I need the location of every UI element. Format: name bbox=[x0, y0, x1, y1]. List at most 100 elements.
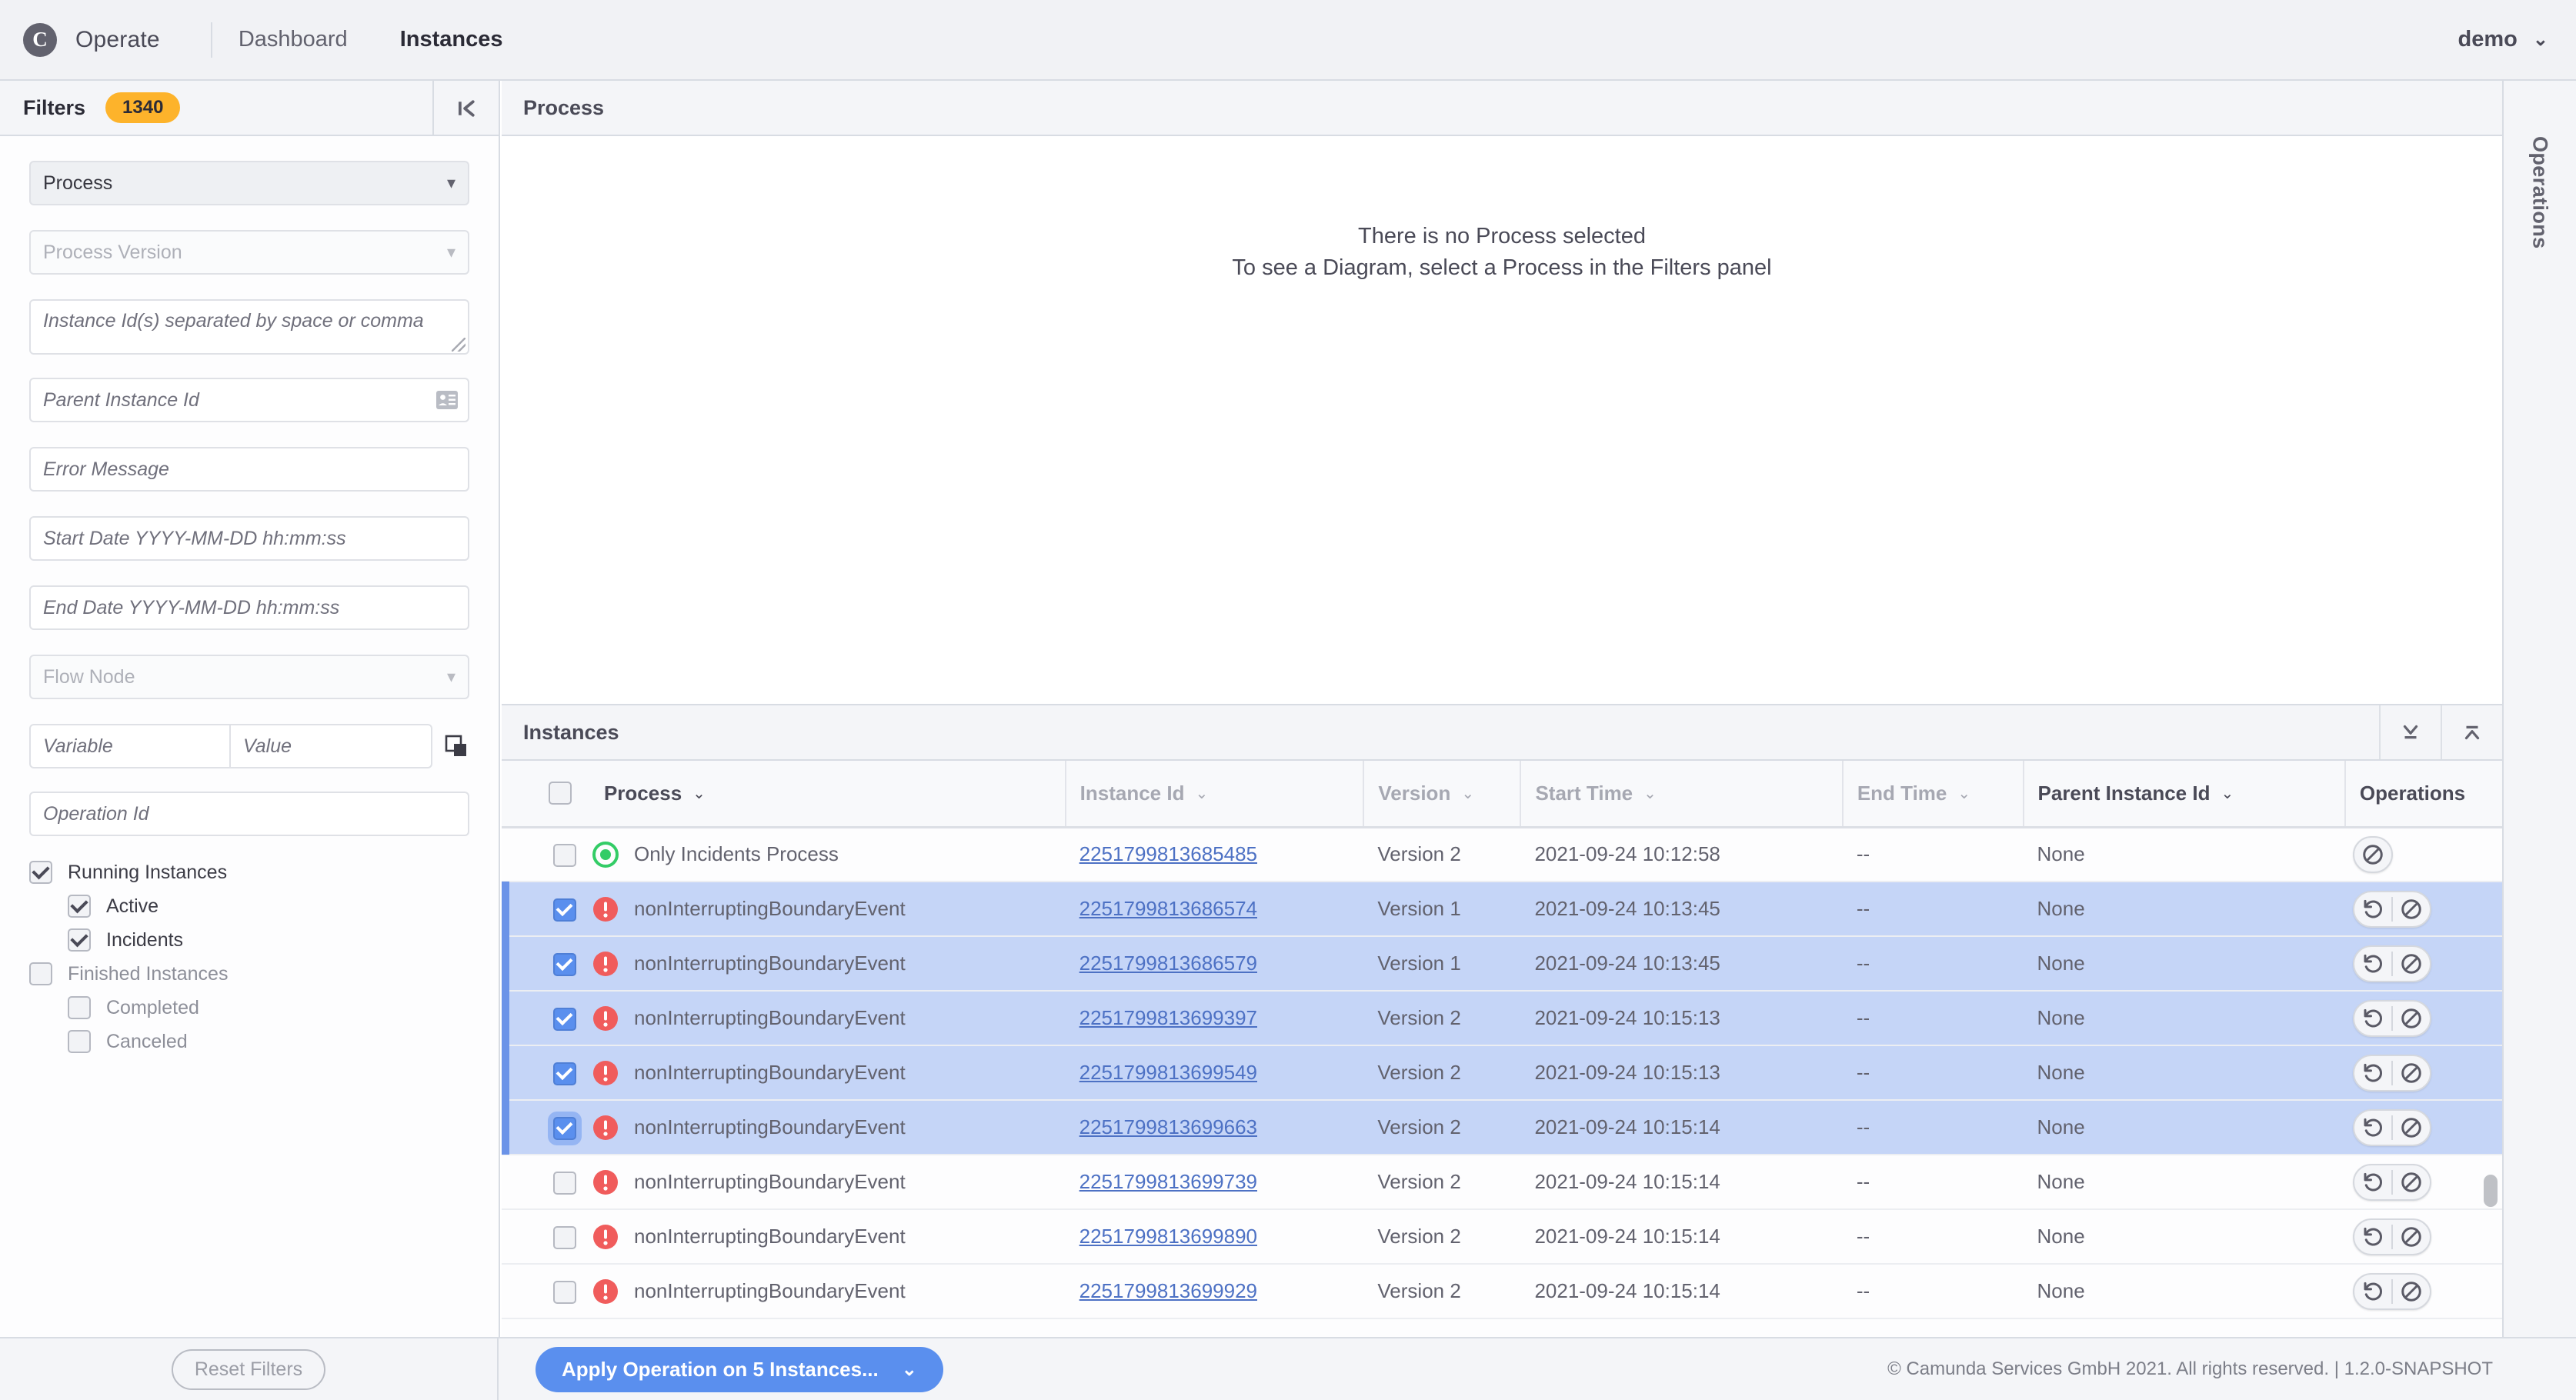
expand-instances-up-button[interactable] bbox=[2441, 705, 2502, 759]
instance-id-link[interactable]: 2251799813686574 bbox=[1079, 897, 1257, 920]
error-message-input[interactable]: Error Message bbox=[29, 447, 469, 492]
row-checkbox[interactable] bbox=[552, 843, 576, 867]
cancel-instance-button[interactable] bbox=[2393, 1111, 2430, 1145]
user-menu[interactable]: demo ⌄ bbox=[2458, 27, 2548, 52]
instance-id-link[interactable]: 2251799813686579 bbox=[1079, 952, 1257, 975]
table-row[interactable]: Only Incidents Process 2251799813685485 Ve… bbox=[502, 827, 2502, 882]
nav-link-dashboard[interactable]: Dashboard bbox=[212, 27, 374, 52]
column-header-end-time[interactable]: End Time ⌄ bbox=[1841, 761, 2024, 828]
reset-filters-button[interactable]: Reset Filters bbox=[171, 1348, 326, 1390]
column-header-start-time[interactable]: Start Time ⌄ bbox=[1520, 761, 1843, 828]
row-checkbox-cell[interactable] bbox=[539, 827, 579, 882]
cell-end-time: -- bbox=[1842, 827, 2024, 882]
process-select[interactable]: Process ▾ bbox=[29, 161, 469, 205]
checkbox-icon[interactable] bbox=[68, 895, 91, 918]
retry-instance-button[interactable] bbox=[2354, 892, 2391, 926]
filter-checkbox-incidents[interactable]: Incidents bbox=[68, 928, 469, 952]
checkbox-icon[interactable] bbox=[68, 996, 91, 1019]
cancel-instance-button[interactable] bbox=[2393, 947, 2430, 981]
row-checkbox[interactable] bbox=[552, 1062, 576, 1085]
table-row[interactable]: nonInterruptingBoundaryEvent 225179981369… bbox=[502, 1155, 2502, 1210]
nav-link-instances[interactable]: Instances bbox=[374, 27, 529, 52]
filter-checkbox-running-instances[interactable]: Running Instances bbox=[29, 861, 469, 884]
column-header-process[interactable]: Process ⌄ bbox=[539, 761, 1066, 828]
filter-checkbox-canceled[interactable]: Canceled bbox=[68, 1030, 469, 1053]
row-checkbox[interactable] bbox=[552, 898, 576, 922]
retry-instance-button[interactable] bbox=[2354, 1002, 2391, 1035]
instance-id-link[interactable]: 2251799813699929 bbox=[1079, 1279, 1257, 1302]
instance-id-link[interactable]: 2251799813699739 bbox=[1079, 1170, 1257, 1193]
table-row[interactable]: nonInterruptingBoundaryEvent 225179981368… bbox=[502, 936, 2502, 992]
checkbox-icon[interactable] bbox=[68, 928, 91, 952]
retry-instance-button[interactable] bbox=[2354, 1220, 2391, 1254]
variable-name-input[interactable]: Variable bbox=[29, 724, 231, 768]
filter-checkbox-active[interactable]: Active bbox=[68, 895, 469, 918]
row-checkbox-cell[interactable] bbox=[539, 1264, 579, 1319]
retry-instance-button[interactable] bbox=[2354, 1056, 2391, 1090]
expand-instances-down-button[interactable] bbox=[2379, 705, 2441, 759]
cancel-instance-button[interactable] bbox=[2393, 1165, 2430, 1199]
column-header-instance-id[interactable]: Instance Id ⌄ bbox=[1064, 761, 1364, 828]
start-date-input[interactable]: Start Date YYYY-MM-DD hh:mm:ss bbox=[29, 516, 469, 561]
row-checkbox[interactable] bbox=[552, 1171, 576, 1195]
instances-scrollbar[interactable] bbox=[2484, 767, 2498, 1331]
apply-operation-button[interactable]: Apply Operation on 5 Instances... ⌄ bbox=[536, 1346, 943, 1392]
row-checkbox-cell[interactable] bbox=[539, 991, 579, 1046]
table-row[interactable]: nonInterruptingBoundaryEvent 225179981369… bbox=[502, 1264, 2502, 1319]
row-checkbox[interactable] bbox=[552, 1225, 576, 1249]
row-checkbox-cell[interactable] bbox=[539, 1045, 579, 1101]
cancel-instance-button[interactable] bbox=[2393, 1056, 2430, 1090]
instance-id-link[interactable]: 2251799813685485 bbox=[1079, 842, 1257, 865]
cancel-instance-button[interactable] bbox=[2393, 1220, 2430, 1254]
table-row[interactable]: nonInterruptingBoundaryEvent 225179981369… bbox=[502, 1100, 2502, 1155]
cancel-instance-button[interactable] bbox=[2393, 1002, 2430, 1035]
table-row[interactable]: nonInterruptingBoundaryEvent 225179981369… bbox=[502, 1209, 2502, 1265]
variable-value-input[interactable]: Value bbox=[231, 724, 432, 768]
retry-instance-button[interactable] bbox=[2354, 947, 2391, 981]
table-row[interactable]: nonInterruptingBoundaryEvent 225179981369… bbox=[502, 991, 2502, 1046]
cancel-instance-button[interactable] bbox=[2354, 838, 2391, 872]
copy-icon[interactable] bbox=[445, 735, 468, 758]
column-header-process-label-wrap[interactable]: Process ⌄ bbox=[604, 782, 706, 805]
column-header-parent-instance-id[interactable]: Parent Instance Id ⌄ bbox=[2022, 761, 2345, 828]
row-checkbox-cell[interactable] bbox=[539, 936, 579, 992]
checkbox-icon[interactable] bbox=[29, 962, 52, 985]
row-checkbox[interactable] bbox=[552, 952, 576, 976]
retry-instance-button[interactable] bbox=[2354, 1111, 2391, 1145]
instance-id-link[interactable]: 2251799813699890 bbox=[1079, 1225, 1257, 1248]
table-row[interactable]: nonInterruptingBoundaryEvent 225179981368… bbox=[502, 882, 2502, 937]
parent-instance-id-input[interactable]: Parent Instance Id bbox=[29, 378, 469, 422]
row-checkbox-cell[interactable] bbox=[539, 882, 579, 937]
row-checkbox-cell[interactable] bbox=[539, 1100, 579, 1155]
row-checkbox[interactable] bbox=[552, 1116, 576, 1140]
row-checkbox-cell[interactable] bbox=[539, 1155, 579, 1210]
filter-checkbox-finished-instances[interactable]: Finished Instances bbox=[29, 962, 469, 985]
retry-instance-button[interactable] bbox=[2354, 1275, 2391, 1308]
row-checkbox-cell[interactable] bbox=[539, 1209, 579, 1265]
id-card-icon[interactable] bbox=[435, 390, 459, 410]
checkbox-icon[interactable] bbox=[29, 861, 52, 884]
process-version-select[interactable]: Process Version ▾ bbox=[29, 230, 469, 275]
flow-node-select[interactable]: Flow Node ▾ bbox=[29, 655, 469, 699]
instance-id-link[interactable]: 2251799813699549 bbox=[1079, 1061, 1257, 1084]
resize-grip-icon[interactable] bbox=[452, 338, 465, 352]
row-checkbox[interactable] bbox=[552, 1007, 576, 1031]
operation-id-input[interactable]: Operation Id bbox=[29, 792, 469, 836]
checkbox-icon[interactable] bbox=[68, 1030, 91, 1053]
collapse-filters-panel-button[interactable] bbox=[432, 81, 499, 136]
instance-ids-textarea[interactable]: Instance Id(s) separated by space or com… bbox=[29, 299, 469, 355]
end-date-input[interactable]: End Date YYYY-MM-DD hh:mm:ss bbox=[29, 585, 469, 630]
column-header-version[interactable]: Version ⌄ bbox=[1363, 761, 1521, 828]
row-checkbox[interactable] bbox=[552, 1280, 576, 1304]
operations-panel-rail[interactable]: Operations bbox=[2502, 81, 2576, 1337]
cancel-instance-button[interactable] bbox=[2393, 1275, 2430, 1308]
select-all-checkbox[interactable] bbox=[548, 782, 572, 805]
instance-id-link[interactable]: 2251799813699663 bbox=[1079, 1115, 1257, 1138]
cancel-instance-button[interactable] bbox=[2393, 892, 2430, 926]
filter-checkbox-completed[interactable]: Completed bbox=[68, 996, 469, 1019]
table-row[interactable]: nonInterruptingBoundaryEvent 225179981369… bbox=[502, 1045, 2502, 1101]
instances-table-scroll[interactable]: Process ⌄ Instance Id ⌄ Version ⌄ Start … bbox=[502, 761, 2502, 1337]
instance-id-link[interactable]: 2251799813699397 bbox=[1079, 1006, 1257, 1029]
retry-instance-button[interactable] bbox=[2354, 1165, 2391, 1199]
instances-scrollbar-thumb[interactable] bbox=[2484, 1175, 2498, 1207]
